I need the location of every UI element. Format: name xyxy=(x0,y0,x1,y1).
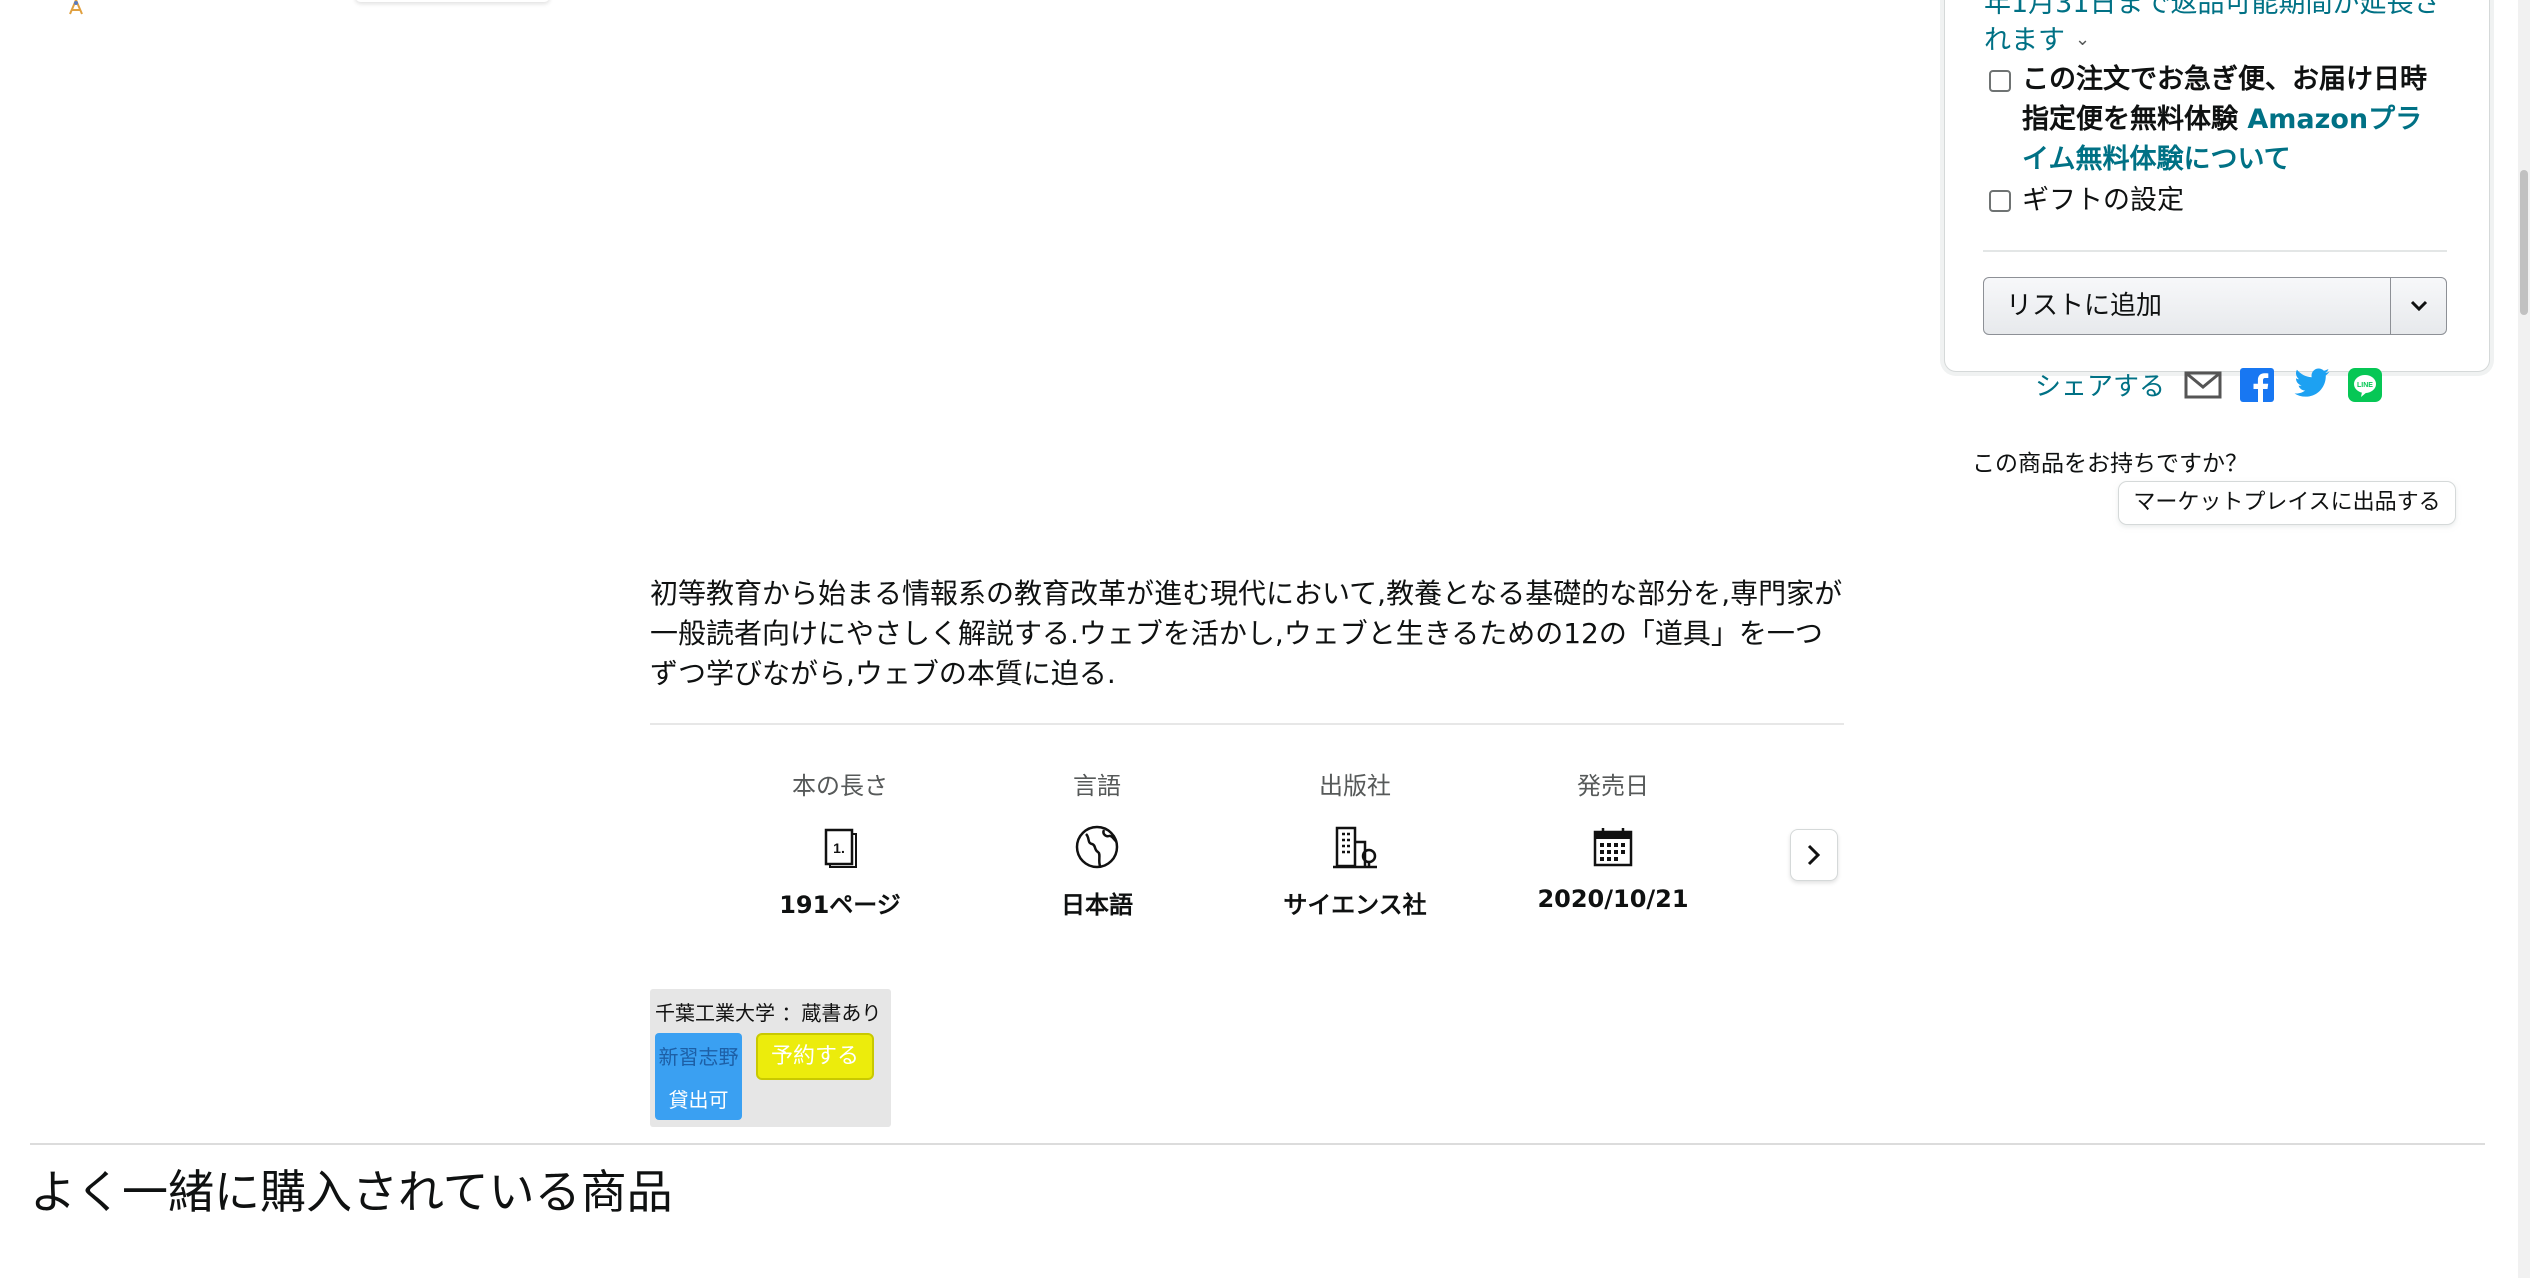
detail-value: 191ページ xyxy=(779,891,901,919)
sell-on-marketplace-button[interactable]: マーケットプレイスに出品する xyxy=(2118,481,2456,525)
buybox-divider xyxy=(1983,250,2447,252)
carousel-next-button[interactable] xyxy=(1790,829,1838,881)
library-branch-name: 新習志野 xyxy=(658,1045,739,1069)
library-reserve-button[interactable]: 予約する xyxy=(756,1033,874,1080)
logo-fragment-icon xyxy=(62,0,90,18)
line-icon[interactable]: LINE xyxy=(2348,368,2386,404)
svg-text:1.: 1. xyxy=(833,840,845,856)
facebook-icon[interactable] xyxy=(2240,368,2278,404)
chevron-down-icon[interactable] xyxy=(2391,278,2446,334)
detail-publisher: 出版社 サイエンス社 xyxy=(1240,766,1470,920)
mail-icon[interactable] xyxy=(2184,368,2222,404)
scrollbar-thumb[interactable] xyxy=(2520,170,2528,315)
calendar-icon xyxy=(1498,823,1728,871)
share-label: シェアする xyxy=(2035,372,2166,402)
chevron-down-icon: ⌄ xyxy=(2075,29,2091,50)
return-policy-text[interactable]: 年1月31日まで返品可能期間が延長されます ⌄ xyxy=(1984,0,2454,59)
svg-text:LINE: LINE xyxy=(2357,382,2373,389)
detail-title: 発売日 xyxy=(1577,772,1649,800)
page-count-icon: 1. xyxy=(725,823,955,871)
twitter-icon[interactable] xyxy=(2293,368,2331,404)
detail-language: 言語 日本語 xyxy=(982,766,1212,920)
detail-title: 言語 xyxy=(1073,772,1121,800)
prime-trial-text: この注文でお急ぎ便、お届け日時指定便を無料体験 Amazonプライム無料体験につ… xyxy=(2022,60,2442,180)
product-description: 初等教育から始まる情報系の教育改革が進む現代において,教養となる基礎的な部分を,… xyxy=(650,577,1843,690)
globe-icon xyxy=(982,823,1212,871)
add-to-list-label: リストに追加 xyxy=(2006,291,2163,321)
library-branch-status[interactable]: 新習志野 貸出可 xyxy=(655,1033,742,1120)
building-icon xyxy=(1240,823,1470,871)
popover-edge xyxy=(355,0,550,2)
add-to-list-button[interactable]: リストに追加 xyxy=(1983,277,2447,335)
gift-checkbox[interactable] xyxy=(1989,190,2011,212)
own-product-question: この商品をお持ちですか？ xyxy=(1972,451,2248,477)
gift-checkbox-label: ギフトの設定 xyxy=(2022,185,2184,216)
detail-release-date: 発売日 2020/10/21 xyxy=(1498,766,1728,913)
section-divider xyxy=(30,1143,2485,1145)
detail-value: サイエンス社 xyxy=(1283,891,1427,919)
chevron-right-icon xyxy=(1807,844,1821,866)
detail-value: 日本語 xyxy=(1061,891,1133,919)
return-policy-label: 年1月31日まで返品可能期間が延長されます xyxy=(1984,0,2441,56)
library-loan-status: 貸出可 xyxy=(668,1088,729,1112)
detail-title: 出版社 xyxy=(1319,772,1391,800)
section-divider xyxy=(650,723,1844,725)
prime-trial-checkbox[interactable] xyxy=(1989,70,2011,92)
detail-title: 本の長さ xyxy=(792,772,888,800)
detail-value: 2020/10/21 xyxy=(1537,885,1689,913)
library-title: 千葉工業大学 ：蔵書あり xyxy=(655,1001,882,1025)
detail-book-length: 本の長さ 1. 191ページ xyxy=(725,766,955,920)
frequently-bought-together-heading: よく一緒に購入されている商品 xyxy=(30,1165,673,1219)
